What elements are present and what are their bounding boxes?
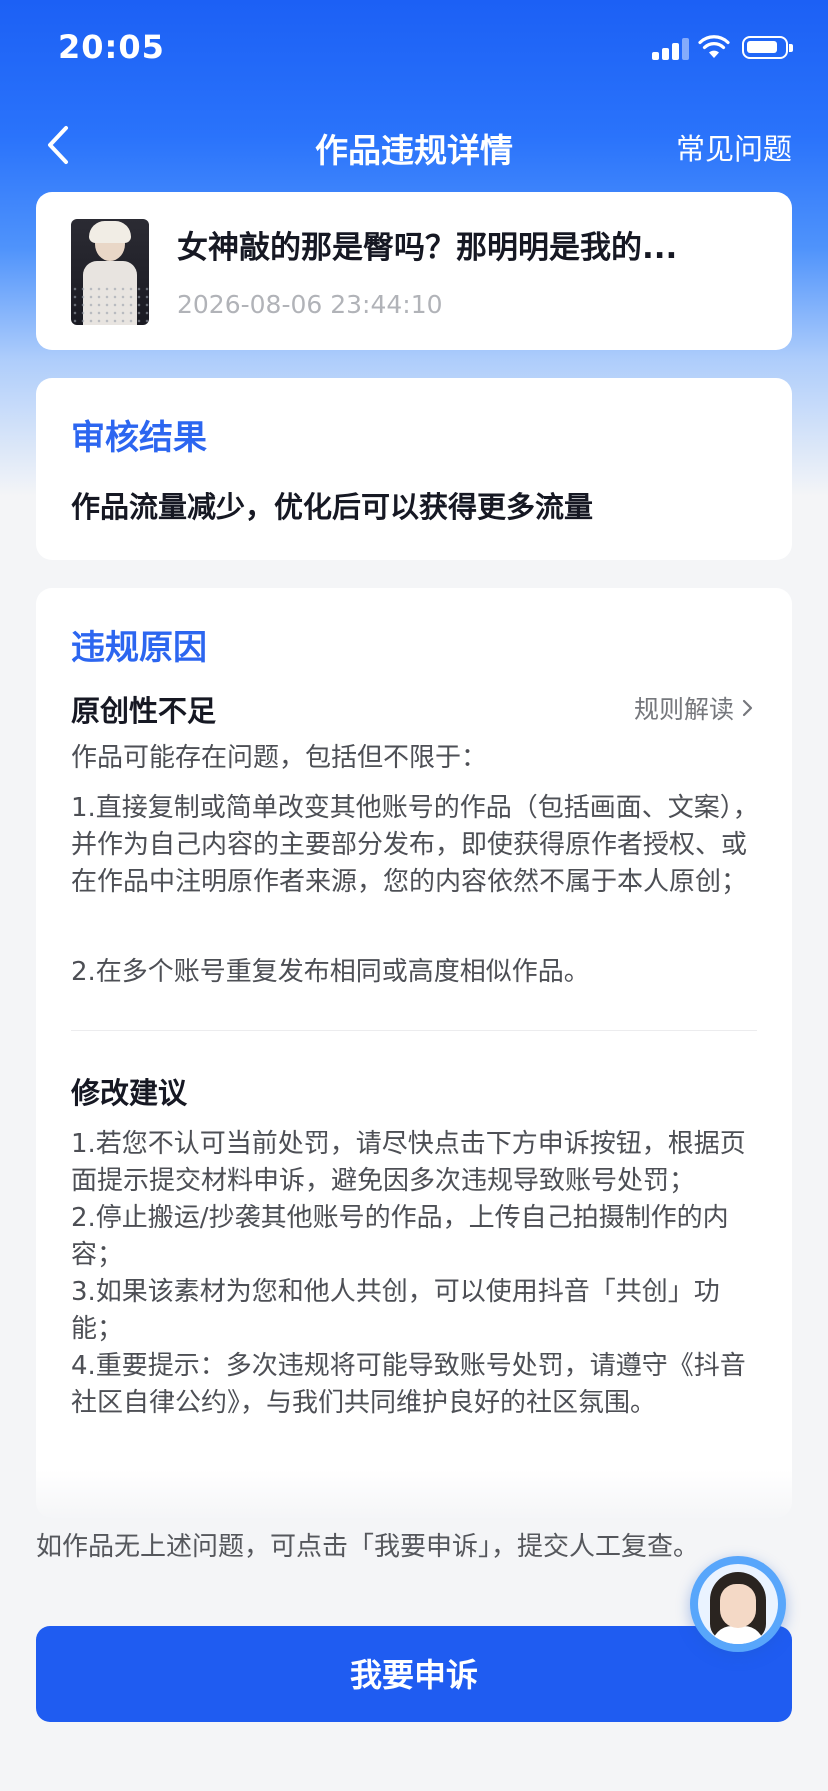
- chevron-right-icon: [742, 699, 753, 717]
- suggestion-title: 修改建议: [71, 1076, 188, 1110]
- reason-name: 原创性不足: [71, 694, 217, 728]
- status-bar: 20:05: [0, 0, 828, 100]
- reason-item: 1.直接复制或简单改变其他账号的作品（包括画面、文案），并作为自己内容的主要部分…: [71, 793, 759, 897]
- reason-intro: 作品可能存在问题，包括但不限于：: [71, 743, 488, 773]
- review-result-card: 审核结果 作品流量减少，优化后可以获得更多流量: [36, 378, 792, 560]
- suggestion-item: 3.如果该素材为您和他人共创，可以使用抖音「共创」功能；: [71, 1277, 720, 1344]
- status-time: 20:05: [58, 28, 165, 66]
- work-card[interactable]: 女神敲的那是臀吗？那明明是我的... 2026-08-06 23:44:10: [36, 192, 792, 350]
- rule-link-label: 规则解读: [633, 695, 734, 724]
- rule-explanation-link[interactable]: 规则解读: [634, 690, 754, 726]
- violation-reason-title: 违规原因: [71, 628, 207, 668]
- appeal-hint: 如作品无上述问题，可点击「我要申诉」，提交人工复查。: [36, 1532, 700, 1562]
- work-timestamp: 2026-08-06 23:44:10: [177, 290, 443, 319]
- suggestion-item: 4.重要提示：多次违规将可能导致账号处罚，请遵守《抖音社区自律公约》，与我们共同…: [71, 1351, 746, 1418]
- scroll-fade: [36, 1470, 792, 1530]
- assistant-avatar-icon[interactable]: [690, 1556, 786, 1652]
- suggestion-list: 1.若您不认可当前处罚，请尽快点击下方申诉按钮，根据页面提示提交材料申诉，避免因…: [71, 1126, 761, 1422]
- cellular-signal-icon: [652, 38, 690, 60]
- suggestion-item: 2.停止搬运/抄袭其他账号的作品，上传自己拍摄制作的内容；: [71, 1203, 729, 1270]
- appeal-button[interactable]: 我要申诉: [36, 1626, 792, 1722]
- battery-icon: [742, 36, 793, 59]
- violation-reason-card: 违规原因 原创性不足 规则解读 作品可能存在问题，包括但不限于： 1.直接复制或…: [36, 588, 792, 1518]
- suggestion-item: 1.若您不认可当前处罚，请尽快点击下方申诉按钮，根据页面提示提交材料申诉，避免因…: [71, 1129, 746, 1196]
- navigation-bar: 作品违规详情 常见问题: [0, 100, 828, 190]
- work-thumbnail: [71, 219, 149, 325]
- divider: [71, 1030, 757, 1031]
- review-result-title: 审核结果: [71, 418, 207, 458]
- review-result-text: 作品流量减少，优化后可以获得更多流量: [71, 490, 594, 524]
- work-title: 女神敲的那是臀吗？那明明是我的...: [177, 230, 678, 266]
- faq-link[interactable]: 常见问题: [676, 126, 792, 168]
- wifi-icon: [698, 35, 730, 58]
- reason-item: 2.在多个账号重复发布相同或高度相似作品。: [71, 957, 590, 987]
